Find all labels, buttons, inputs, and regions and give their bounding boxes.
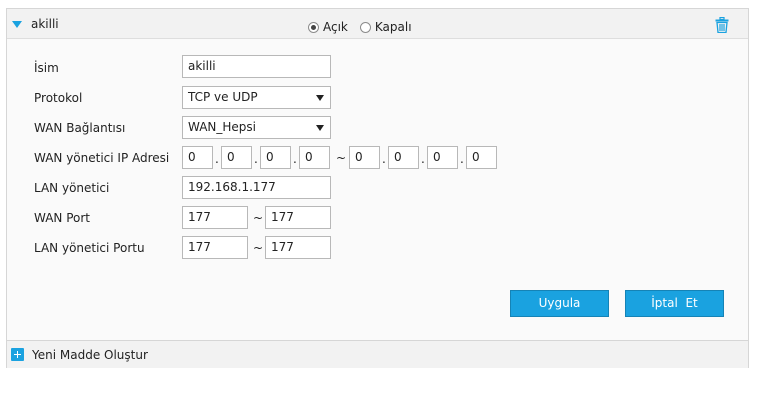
new-item-label[interactable]: Yeni Madde Oluştur	[32, 348, 148, 362]
wan-connection-select-value: WAN_Hepsi	[188, 120, 257, 134]
status-radio-group: Açık Kapalı	[308, 20, 424, 34]
lan-port-end-input[interactable]: 177	[265, 236, 331, 259]
protocol-label: Protokol	[34, 91, 83, 105]
wan-ip-end-octet-1[interactable]: 0	[349, 146, 380, 169]
protocol-select-value: TCP ve UDP	[188, 90, 258, 104]
wan-ip-end-octet-4[interactable]: 0	[466, 146, 497, 169]
rule-name: akilli	[31, 17, 59, 31]
ip-dot: .	[293, 152, 297, 166]
trash-icon[interactable]	[715, 17, 729, 33]
range-separator: ~	[336, 151, 347, 165]
apply-button[interactable]: Uygula	[510, 290, 609, 317]
plus-icon[interactable]	[11, 348, 24, 361]
cancel-button[interactable]: İptal Et	[625, 290, 724, 317]
status-off-radio[interactable]	[359, 21, 371, 33]
collapse-arrow-icon[interactable]	[12, 21, 22, 28]
rule-header[interactable]: akilli Açık Kapalı	[7, 9, 748, 39]
name-label: İsim	[34, 61, 59, 75]
chevron-down-icon	[316, 125, 324, 131]
ip-dot: .	[421, 152, 425, 166]
chevron-down-icon	[316, 95, 324, 101]
ip-dot: .	[215, 152, 219, 166]
status-on-label[interactable]: Açık	[323, 20, 348, 34]
ip-dot: .	[460, 152, 464, 166]
wan-ip-start-octet-2[interactable]: 0	[221, 146, 252, 169]
wan-ip-start-octet-3[interactable]: 0	[260, 146, 291, 169]
lan-host-input[interactable]: 192.168.1.177	[182, 176, 331, 199]
range-separator: ~	[253, 241, 264, 255]
wan-connection-select[interactable]: WAN_Hepsi	[182, 116, 331, 139]
lan-port-label: LAN yönetici Portu	[34, 241, 145, 255]
wan-ip-end-octet-3[interactable]: 0	[427, 146, 458, 169]
wan-host-ip-label: WAN yönetici IP Adresi	[34, 151, 170, 165]
wan-port-end-input[interactable]: 177	[265, 206, 331, 229]
status-on-radio[interactable]	[308, 21, 319, 33]
lan-host-label: LAN yönetici	[34, 181, 110, 195]
wan-connection-label: WAN Bağlantısı	[34, 121, 126, 135]
ip-dot: .	[382, 152, 386, 166]
wan-ip-end-octet-2[interactable]: 0	[388, 146, 419, 169]
protocol-select[interactable]: TCP ve UDP	[182, 86, 331, 109]
port-forward-rule-panel: akilli Açık Kapalı İsim akilli Protokol …	[6, 8, 749, 368]
new-item-bar[interactable]: Yeni Madde Oluştur	[7, 340, 748, 368]
wan-ip-start-octet-4[interactable]: 0	[299, 146, 330, 169]
range-separator: ~	[253, 211, 264, 225]
lan-port-start-input[interactable]: 177	[182, 236, 248, 259]
status-off-label[interactable]: Kapalı	[375, 20, 412, 34]
ip-dot: .	[254, 152, 258, 166]
wan-port-label: WAN Port	[34, 211, 90, 225]
wan-ip-start-octet-1[interactable]: 0	[182, 146, 213, 169]
wan-port-start-input[interactable]: 177	[182, 206, 248, 229]
name-input[interactable]: akilli	[182, 55, 331, 78]
